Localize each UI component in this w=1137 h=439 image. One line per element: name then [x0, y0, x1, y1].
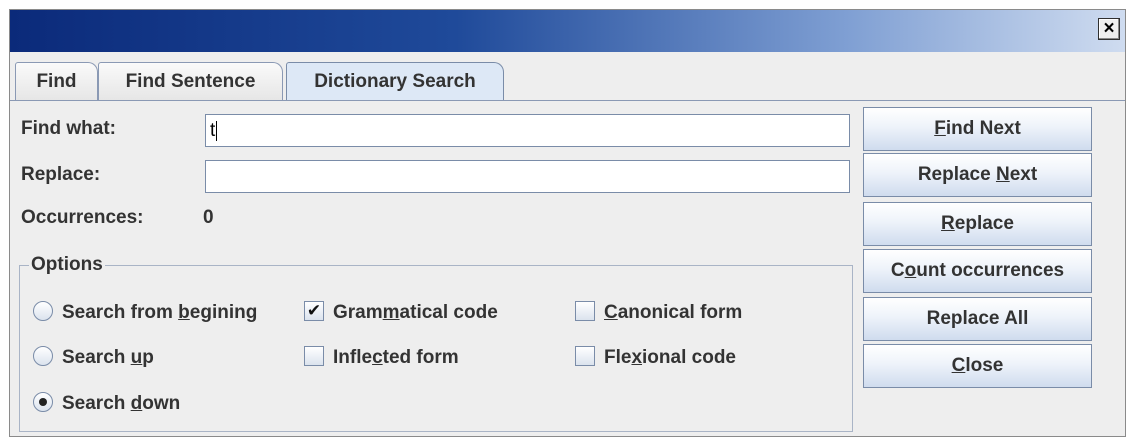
- radio-selected-icon[interactable]: [33, 391, 53, 412]
- tab-label: Find Sentence: [125, 71, 256, 92]
- checkbox-canonical-form[interactable]: Canonical form: [575, 298, 742, 328]
- tab-divider: [10, 100, 1125, 101]
- radio-search-up[interactable]: Search up: [33, 343, 154, 373]
- text-caret: [216, 120, 218, 141]
- radio-unselected-icon[interactable]: [33, 300, 53, 321]
- dictionary-search-dialog: × Find Find Sentence Dictionary Search F…: [9, 9, 1126, 437]
- checkbox-flexional-code[interactable]: Flexional code: [575, 343, 736, 373]
- button-label: Replace: [941, 213, 1014, 234]
- tab-dictionary-search[interactable]: Dictionary Search: [286, 62, 504, 101]
- radio-unselected-icon[interactable]: [33, 345, 53, 366]
- option-label: Search up: [62, 347, 154, 368]
- button-label: Count occurrences: [890, 260, 1065, 281]
- replace-button[interactable]: Replace: [863, 202, 1092, 246]
- occurrences-label: Occurrences:: [21, 207, 144, 228]
- button-label: Replace All: [926, 308, 1029, 329]
- replace-all-button[interactable]: Replace All: [863, 297, 1092, 341]
- checkbox-empty-icon[interactable]: [575, 300, 595, 321]
- option-label: Search down: [62, 393, 181, 414]
- count-occurrences-button[interactable]: Count occurrences: [863, 249, 1092, 293]
- replace-label: Replace:: [21, 164, 101, 185]
- option-label: Flexional code: [604, 347, 736, 368]
- option-label: Canonical form: [604, 302, 743, 323]
- tab-find[interactable]: Find: [15, 62, 98, 100]
- checkbox-inflected-form[interactable]: Inflected form: [304, 343, 459, 373]
- replace-next-button[interactable]: Replace Next: [863, 153, 1092, 197]
- tab-label: Find: [36, 71, 77, 92]
- find-what-input[interactable]: t: [205, 114, 850, 147]
- checkmark-icon[interactable]: ✔: [304, 300, 324, 321]
- button-label: Replace Next: [917, 164, 1038, 185]
- close-icon: ×: [1103, 18, 1115, 39]
- find-next-button[interactable]: Find Next: [863, 107, 1092, 151]
- button-label: Find Next: [934, 118, 1021, 139]
- checkbox-empty-icon[interactable]: [575, 345, 595, 366]
- radio-search-from-beginning[interactable]: Search from begining: [33, 298, 257, 328]
- radio-search-down[interactable]: Search down: [33, 389, 180, 419]
- checkbox-grammatical-code[interactable]: ✔ Grammatical code: [304, 298, 498, 328]
- replace-input[interactable]: [205, 160, 850, 193]
- button-label: Close: [951, 355, 1004, 376]
- find-what-label: Find what:: [21, 118, 116, 139]
- tab-label: Dictionary Search: [314, 71, 476, 92]
- close-window-button[interactable]: ×: [1098, 18, 1120, 40]
- option-label: Search from begining: [62, 302, 258, 323]
- find-what-value: t: [210, 120, 216, 141]
- occurrences-count: 0: [203, 207, 214, 228]
- option-label: Inflected form: [333, 347, 459, 368]
- tab-find-sentence[interactable]: Find Sentence: [98, 62, 283, 100]
- title-bar[interactable]: ×: [10, 10, 1125, 52]
- checkbox-empty-icon[interactable]: [304, 345, 324, 366]
- option-label: Grammatical code: [333, 302, 498, 323]
- close-button[interactable]: Close: [863, 344, 1092, 388]
- options-title: Options: [29, 254, 105, 276]
- tab-strip: Find Find Sentence Dictionary Search: [10, 52, 1125, 101]
